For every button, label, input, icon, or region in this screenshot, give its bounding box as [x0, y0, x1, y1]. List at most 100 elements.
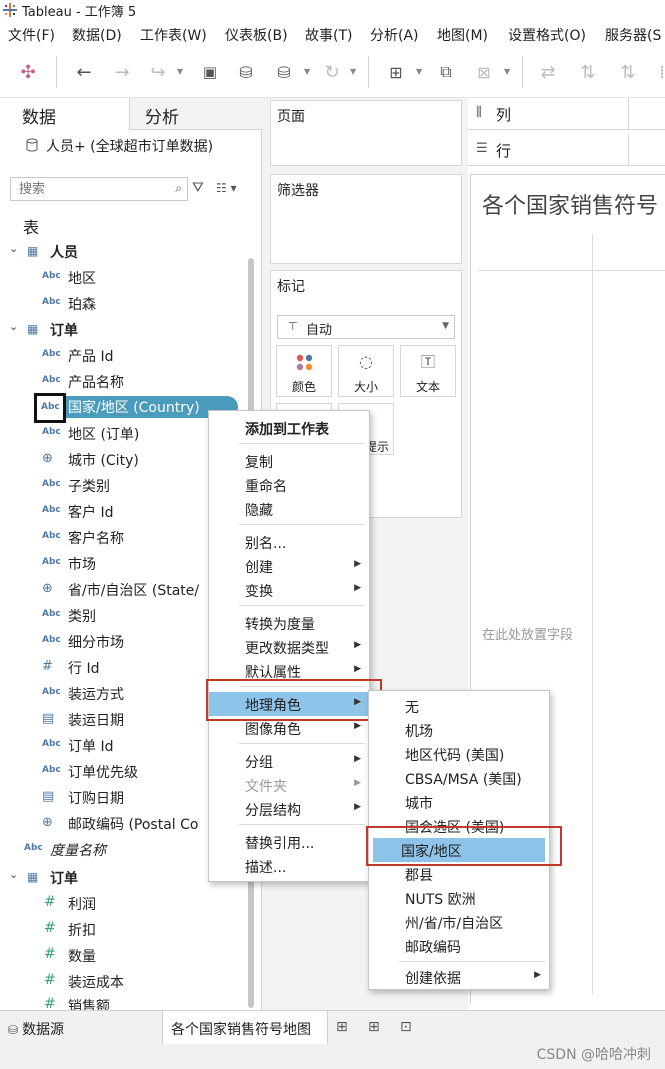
drop-field-placeholder[interactable]: 在此处放置字段 — [482, 624, 573, 643]
geo-role-city[interactable]: 城市 — [369, 790, 549, 814]
field-item[interactable]: Abc 产品名称 — [0, 370, 250, 394]
pages-shelf[interactable]: 页面 — [270, 100, 462, 166]
menu-aliases[interactable]: 别名... — [209, 530, 369, 554]
string-type-icon: Abc — [42, 635, 61, 645]
field-item[interactable]: Abc 产品 Id — [0, 344, 250, 368]
mark-type-select[interactable]: ⊤ 自动 ▼ — [277, 315, 455, 339]
menu-add-to-sheet[interactable]: 添加到工作表 — [209, 416, 369, 440]
text-mark-icon: ⊤ — [288, 320, 298, 333]
chevron-down-icon[interactable]: ▼ — [350, 67, 356, 76]
geo-role-state[interactable]: 州/省/市/自治区 — [369, 910, 549, 934]
save-icon[interactable]: ▣ — [198, 60, 222, 84]
chevron-down-icon[interactable]: ▼ — [416, 67, 422, 76]
menu-transform[interactable]: 变换 ▶ — [209, 578, 369, 602]
color-button[interactable]: 颜色 — [276, 345, 332, 397]
chevron-down-icon[interactable]: ⌄ — [9, 320, 18, 333]
measure-item[interactable]: # 销售额 — [0, 994, 250, 1010]
menu-rename[interactable]: 重命名 — [209, 473, 369, 497]
search-icon[interactable]: ⌕ — [175, 181, 182, 196]
columns-shelf[interactable]: ⫼ 列 — [468, 98, 665, 130]
menu-copy[interactable]: 复制 — [209, 449, 369, 473]
measure-item[interactable]: # 折扣 — [0, 918, 250, 942]
geo-role-none[interactable]: 无 — [369, 694, 549, 718]
menu-hierarchy[interactable]: 分层结构 ▶ — [209, 797, 369, 821]
menu-dashboard[interactable]: 仪表板(B) — [225, 25, 288, 45]
menu-separator — [239, 524, 365, 525]
new-worksheet-icon[interactable]: ⊞ — [336, 1019, 348, 1035]
sort-ascending-icon[interactable]: ⇅ — [576, 60, 600, 84]
menu-change-data-type[interactable]: 更改数据类型 ▶ — [209, 635, 369, 659]
new-story-icon[interactable]: ⊡ — [400, 1019, 412, 1035]
chevron-down-icon[interactable]: ⌄ — [9, 868, 18, 881]
menu-group[interactable]: 分组 ▶ — [209, 749, 369, 773]
replay-icon[interactable]: ↪ — [146, 60, 170, 84]
sheet-tab[interactable]: 各个国家销售符号地图 — [162, 1011, 328, 1045]
table-group-people[interactable]: ⌄ ▦ 人员 — [0, 240, 250, 264]
datasource-item[interactable]: 人员+ (全球超市订单数据) — [0, 134, 262, 158]
tableau-home-icon[interactable]: ✣ — [16, 60, 40, 84]
new-worksheet-icon[interactable]: ⊞ — [384, 60, 408, 84]
menu-separator — [399, 961, 545, 962]
refresh-icon[interactable]: ↻ — [320, 60, 344, 84]
menu-create[interactable]: 创建 ▶ — [209, 554, 369, 578]
new-dashboard-icon[interactable]: ⊞ — [368, 1019, 380, 1035]
measure-item[interactable]: # 利润 — [0, 892, 250, 916]
menu-story[interactable]: 故事(T) — [305, 25, 352, 45]
rows-drop-area[interactable] — [628, 134, 665, 166]
chevron-down-icon[interactable]: ▼ — [442, 321, 449, 331]
rows-shelf[interactable]: ☰ 行 — [468, 134, 665, 166]
menu-describe[interactable]: 描述... — [209, 854, 369, 878]
menu-analysis[interactable]: 分析(A) — [370, 25, 419, 45]
geo-role-area-code[interactable]: 地区代码 (美国) — [369, 742, 549, 766]
columns-drop-area[interactable] — [628, 98, 665, 130]
rows-icon: ☰ — [476, 141, 488, 156]
chevron-down-icon[interactable]: ⌄ — [9, 242, 18, 255]
geo-role-zip[interactable]: 邮政编码 — [369, 934, 549, 958]
redo-icon[interactable]: → — [110, 60, 134, 84]
field-item[interactable]: Abc 地区 — [0, 266, 250, 290]
clear-sheet-icon[interactable]: ⊠ — [472, 60, 496, 84]
measure-item[interactable]: # 数量 — [0, 944, 250, 968]
title-bar: Tableau - 工作簿 5 — [0, 0, 665, 20]
geo-role-cbsa[interactable]: CBSA/MSA (美国) — [369, 766, 549, 790]
measure-item[interactable]: # 装运成本 — [0, 970, 250, 994]
geo-role-nuts[interactable]: NUTS 欧洲 — [369, 886, 549, 910]
tab-analysis[interactable]: 分析 ‹ — [129, 98, 262, 130]
table-group-orders[interactable]: ⌄ ▦ 订单 — [0, 318, 250, 342]
view-options-icon[interactable]: ☷ ▾ — [216, 181, 237, 195]
search-input[interactable] — [17, 179, 167, 199]
submenu-arrow-icon: ▶ — [354, 559, 361, 569]
menu-file[interactable]: 文件(F) — [8, 25, 55, 45]
filter-icon[interactable]: ⛛ — [192, 180, 204, 196]
menu-map[interactable]: 地图(M) — [437, 25, 488, 45]
pause-updates-icon[interactable]: ⛁ — [272, 60, 296, 84]
menu-format[interactable]: 设置格式(O) — [508, 25, 586, 45]
highlight-icon[interactable]: ⁞ — [650, 60, 665, 84]
size-button[interactable]: ◌ 大小 — [338, 345, 394, 397]
sort-descending-icon[interactable]: ⇅ — [616, 60, 640, 84]
duplicate-sheet-icon[interactable]: ⧉ — [434, 60, 458, 84]
menu-data[interactable]: 数据(D) — [72, 25, 122, 45]
menu-worksheet[interactable]: 工作表(W) — [140, 25, 207, 45]
filters-shelf[interactable]: 筛选器 — [270, 174, 462, 264]
collapse-pane-icon[interactable]: ‹ — [145, 104, 256, 120]
menu-replace-references[interactable]: 替换引用... — [209, 830, 369, 854]
datasource-tab[interactable]: ⛁ 数据源 — [8, 1019, 64, 1039]
chevron-down-icon[interactable]: ▼ — [504, 67, 510, 76]
swap-rows-columns-icon[interactable]: ⇄ — [536, 60, 560, 84]
search-box[interactable]: ⌕ — [10, 177, 188, 201]
menu-folder[interactable]: 文件夹 ▶ — [209, 773, 369, 797]
menu-server[interactable]: 服务器(S — [605, 25, 661, 45]
chevron-down-icon[interactable]: ▼ — [304, 67, 310, 76]
menu-convert-to-measure[interactable]: 转换为度量 — [209, 611, 369, 635]
new-datasource-icon[interactable]: ⛁ — [234, 60, 258, 84]
text-button[interactable]: 🅃 文本 — [400, 345, 456, 397]
geo-role-create-from[interactable]: 创建依据 ▶ — [369, 965, 549, 989]
field-item[interactable]: Abc 珀森 — [0, 292, 250, 316]
menu-hide[interactable]: 隐藏 — [209, 497, 369, 521]
geo-role-airport[interactable]: 机场 — [369, 718, 549, 742]
chevron-down-icon[interactable]: ▼ — [177, 67, 183, 76]
sheet-title[interactable]: 各个国家销售符号 — [482, 188, 658, 220]
undo-icon[interactable]: ← — [72, 60, 96, 84]
tab-data[interactable]: 数据 — [0, 98, 129, 130]
